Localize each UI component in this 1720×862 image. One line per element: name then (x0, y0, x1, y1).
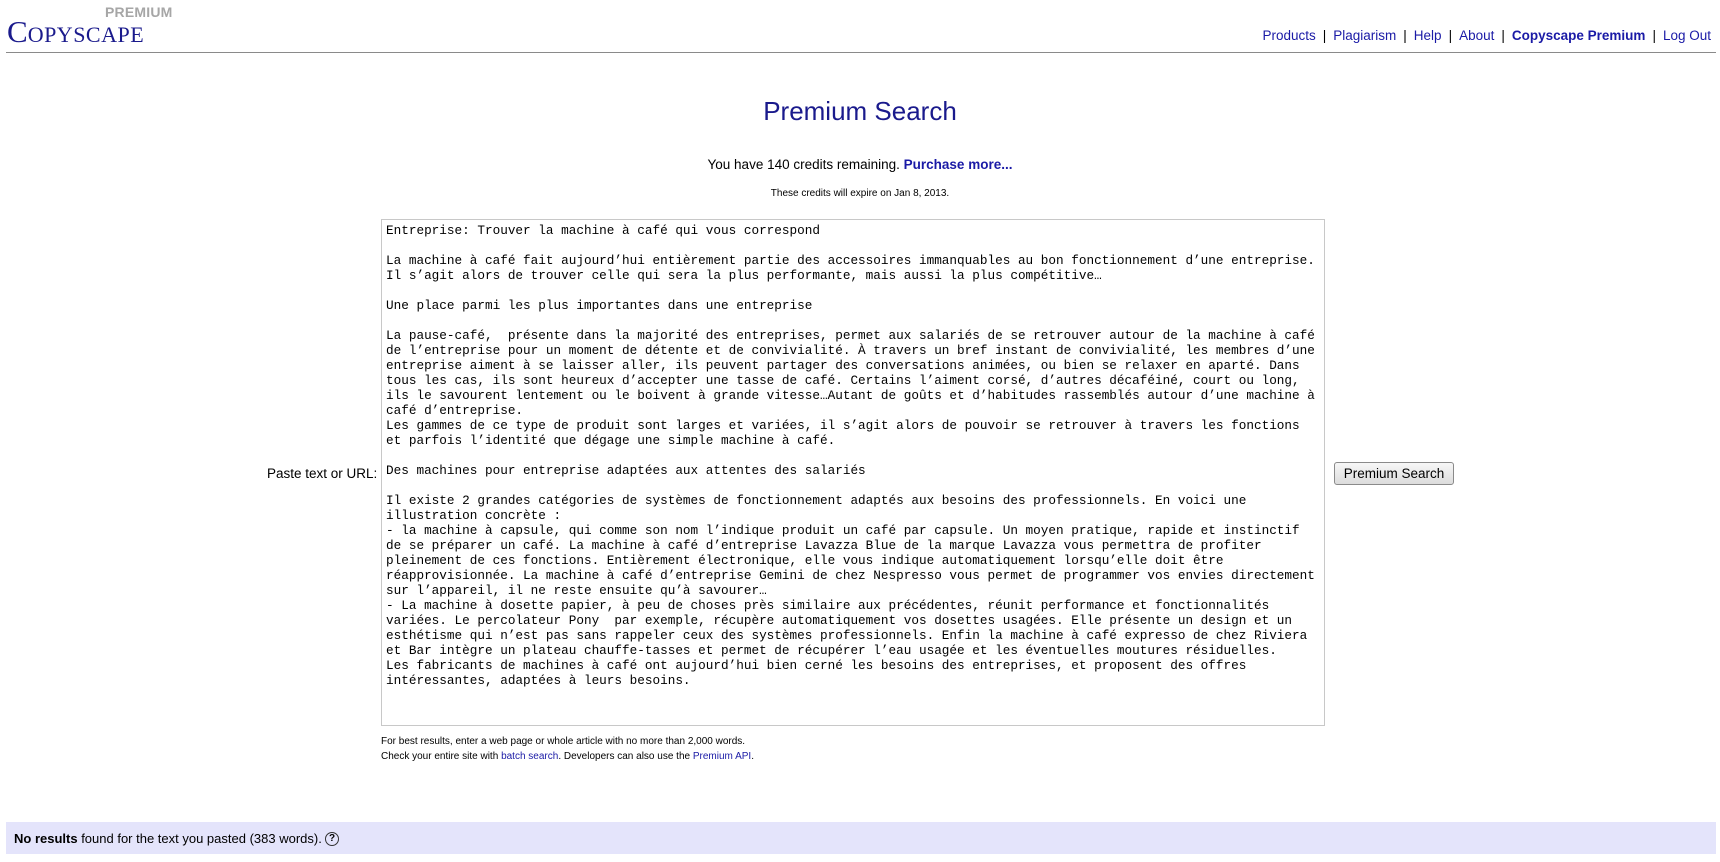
page-title: Premium Search (763, 96, 957, 126)
paste-text-label: Paste text or URL: (267, 466, 378, 481)
paste-text-area[interactable]: Entreprise: Trouver la machine à café qu… (381, 219, 1325, 726)
credits-expiry-text: These credits will expire on Jan 8, 2013… (770, 188, 950, 199)
nav-products-link[interactable]: Products (1262, 28, 1315, 43)
header-divider (6, 52, 1716, 53)
credits-remaining-text: You have 140 credits remaining. (707, 157, 900, 172)
premium-api-link[interactable]: Premium API (693, 751, 751, 762)
help-icon[interactable]: ? (325, 832, 339, 846)
results-banner: No results found for the text you pasted… (6, 822, 1716, 854)
nav-copyscape-premium-link[interactable]: Copyscape Premium (1512, 28, 1646, 43)
copyscape-logo[interactable]: PREMIUM COPYSCAPE (7, 2, 207, 49)
results-text: No results found for the text you pasted… (14, 831, 322, 846)
word-limit-hint: For best results, enter a web page or wh… (381, 736, 746, 747)
nav-logout-link[interactable]: Log Out (1663, 28, 1711, 43)
credits-status: You have 140 credits remaining. Purchase… (0, 157, 1720, 172)
batch-search-hint: Check your entire site with batch search… (381, 751, 754, 762)
premium-search-button[interactable]: Premium Search (1334, 462, 1454, 485)
logo-wordmark: COPYSCAPE (7, 14, 145, 49)
purchase-more-link[interactable]: Purchase more... (904, 157, 1013, 172)
nav-help-link[interactable]: Help (1414, 28, 1442, 43)
batch-search-link[interactable]: batch search (501, 751, 558, 762)
top-navigation: Products | Plagiarism | Help | About | Copyscape… (1262, 28, 1711, 43)
no-results-label: No results (14, 831, 78, 846)
nav-plagiarism-link[interactable]: Plagiarism (1333, 28, 1396, 43)
nav-about-link[interactable]: About (1459, 28, 1494, 43)
